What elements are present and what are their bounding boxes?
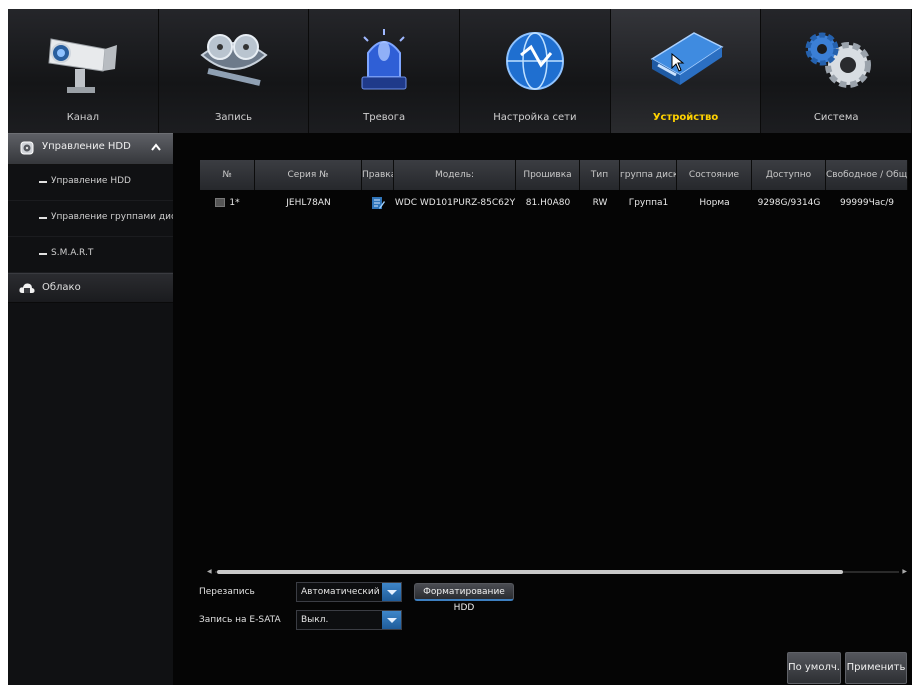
dropdown-arrow-icon[interactable] [382,611,401,629]
tab-system-label: Система [813,112,859,123]
overwrite-value: Автоматический [301,587,380,597]
hdd-management-panel: № Серия № Правка Модель: Прошивка Тип гр… [173,133,912,685]
model-cell: WDC WD101PURZ-85C62Y [394,198,516,208]
sidebar-item-hdd-management[interactable]: Управление HDD [8,165,173,201]
edit-icon[interactable] [371,196,385,210]
chevron-up-icon[interactable] [151,143,161,151]
cloud-icon [19,283,35,293]
row-checkbox[interactable] [215,198,226,207]
scroll-right-arrow-icon[interactable]: ▶ [902,568,907,575]
alarm-siren-icon [361,29,407,90]
column-header: группа диска [620,160,677,190]
apply-button[interactable]: Применить [845,652,907,684]
firmware-cell: 81.H0A80 [525,198,571,208]
tab-record-label: Запись [215,112,252,123]
tab-alarm[interactable]: Тревога [309,9,461,133]
row-number: 1* [229,198,240,208]
sidebar-item-label: Управление группами дисков [51,212,193,222]
tab-channel-label: Канал [66,112,99,123]
tab-network[interactable]: Настройка сети [460,9,611,133]
available-cell: 9298G/9314G [757,198,821,208]
hard-drive-icon [650,32,724,85]
esata-label: Запись на E-SATA [199,615,281,625]
network-globe-icon [505,32,564,90]
horizontal-scrollbar[interactable]: ◀ ▶ [207,568,907,575]
sidebar-section-label: Управление HDD [42,141,131,152]
sidebar-item-cloud[interactable]: Облако [8,273,173,303]
column-header: Доступно [752,160,826,190]
sidebar-item-smart[interactable]: S.M.A.R.T [8,237,173,273]
group-cell: Группа1 [628,198,669,208]
tab-device[interactable]: Устройство [610,9,762,133]
mouse-cursor-icon [671,53,685,72]
column-header: Модель: [394,160,516,190]
default-button[interactable]: По умолч. [787,652,841,684]
overwrite-select[interactable]: Автоматический [296,582,402,602]
serial-cell: JEHL78AN [286,198,331,208]
tab-network-label: Настройка сети [493,112,577,123]
column-header: Серия № [255,160,362,190]
scroll-left-arrow-icon[interactable]: ◀ [207,568,212,575]
dropdown-arrow-icon[interactable] [382,583,401,601]
column-header: Тип [580,160,620,190]
cctv-camera-icon [48,38,117,93]
column-header: Прошивка [516,160,580,190]
gears-icon [805,32,872,88]
bullet-dash-icon [39,253,47,255]
sidebar-item-label: Облако [42,282,81,293]
scroll-thumb[interactable] [217,570,843,574]
tab-device-label: Устройство [652,112,719,123]
hdd-table-header: № Серия № Правка Модель: Прошивка Тип гр… [200,160,908,190]
column-header: Правка [362,160,394,190]
status-cell: Норма [699,198,730,208]
column-header: № [200,160,255,190]
tab-record[interactable]: Запись [158,9,310,133]
bullet-dash-icon [39,181,47,183]
film-reel-icon [199,34,268,86]
sidebar: Управление HDD Управление HDD Управление… [8,133,192,685]
esata-select[interactable]: Выкл. [296,610,402,630]
sidebar-item-disk-groups[interactable]: Управление группами дисков [8,201,192,237]
edit-cell [362,192,394,214]
sidebar-section-hdd[interactable]: Управление HDD [8,133,173,165]
tab-system[interactable]: Система [761,9,912,133]
hdd-section-icon [20,141,34,155]
esata-value: Выкл. [301,615,329,625]
column-header: Свободное / Общ [826,160,908,190]
top-menu: Канал Запись Тревога Настройка сети Устр… [8,9,912,133]
table-row[interactable]: 1* JEHL78AN WDC WD101PURZ-85C62Y 81.H0A8… [200,192,908,214]
format-hdd-button[interactable]: Форматирование HDD [414,583,514,613]
overwrite-label: Перезапись [199,587,255,597]
sidebar-item-label: S.M.A.R.T [51,248,94,258]
tab-alarm-label: Тревога [363,112,406,123]
sidebar-item-label: Управление HDD [51,176,131,186]
row-number-cell: 1* [200,192,255,214]
bullet-dash-icon [39,217,47,219]
free-cell: 99999Час/9 [839,198,895,208]
column-header: Состояние [677,160,752,190]
tab-channel[interactable]: Канал [8,9,159,133]
dvr-settings-window: Канал Запись Тревога Настройка сети Устр… [8,9,912,685]
type-cell: RW [592,198,608,208]
